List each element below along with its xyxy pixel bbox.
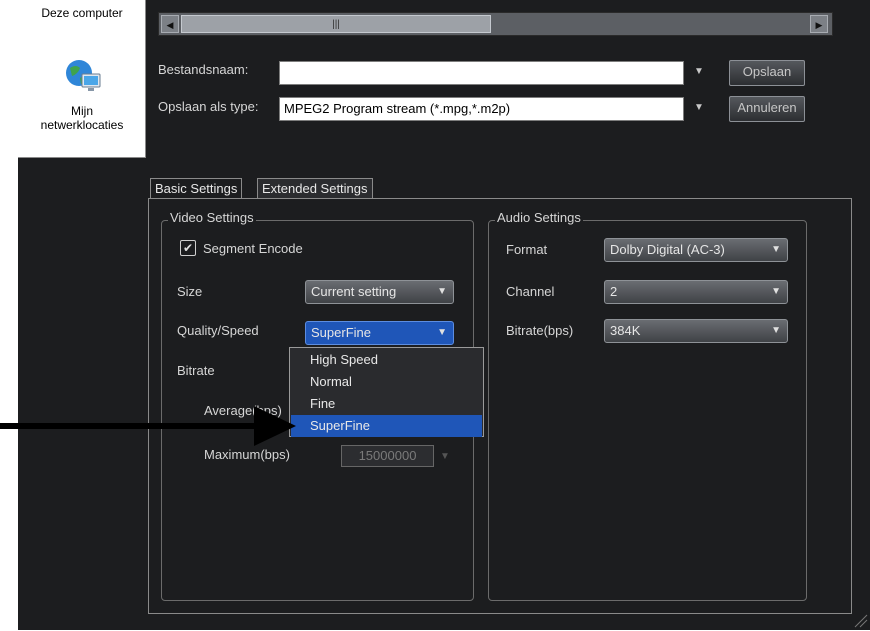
- tab-extended-settings[interactable]: Extended Settings: [257, 178, 373, 199]
- places-item-network-label: Mijn: [70, 104, 93, 118]
- quality-speed-select[interactable]: SuperFine ▼: [305, 321, 454, 345]
- segment-encode-checkbox[interactable]: ✔: [180, 240, 196, 256]
- quality-option-normal[interactable]: Normal: [291, 371, 482, 393]
- format-label: Format: [506, 242, 548, 257]
- filename-label: Bestandsnaam:: [158, 62, 249, 77]
- maximum-bps-chevron-icon[interactable]: ▼: [440, 451, 450, 462]
- maximum-bps-input[interactable]: 15000000: [341, 445, 434, 467]
- places-item-computer[interactable]: Deze computer: [18, 6, 146, 20]
- size-select-value: Current setting: [311, 284, 397, 299]
- channel-select-value: 2: [610, 284, 618, 299]
- size-select[interactable]: Current setting ▼: [305, 280, 454, 304]
- cancel-button[interactable]: Annuleren: [729, 96, 805, 122]
- channel-select[interactable]: 2 ▼: [604, 280, 788, 304]
- filename-input[interactable]: [279, 61, 684, 85]
- chevron-down-icon: ▼: [437, 327, 447, 338]
- filetype-label: Opslaan als type:: [158, 99, 259, 114]
- chevron-down-icon: ▼: [771, 244, 781, 255]
- maximum-bps-label: Maximum(bps): [204, 447, 290, 462]
- chevron-down-icon: ▼: [771, 286, 781, 297]
- audio-settings-group: [488, 220, 807, 601]
- audio-bitrate-select[interactable]: 384K ▼: [604, 319, 788, 343]
- scroll-left-icon[interactable]: ◀: [161, 15, 179, 33]
- network-places-icon[interactable]: [62, 56, 102, 96]
- format-select[interactable]: Dolby Digital (AC-3) ▼: [604, 238, 788, 262]
- scrollbar-thumb[interactable]: |||: [181, 15, 491, 33]
- size-label: Size: [177, 284, 203, 299]
- places-bar: Deze computer Mijn netwerklocaties: [18, 0, 146, 158]
- quality-option-high-speed[interactable]: High Speed: [291, 349, 482, 371]
- channel-label: Channel: [506, 284, 555, 299]
- audio-settings-title: Audio Settings: [495, 210, 583, 225]
- resize-grip-icon[interactable]: [852, 612, 868, 628]
- save-button[interactable]: Opslaan: [729, 60, 805, 86]
- segment-encode-label: Segment Encode: [203, 241, 303, 256]
- annotation-arrow-icon: [0, 406, 296, 446]
- chevron-down-icon: ▼: [771, 325, 781, 336]
- filetype-select[interactable]: MPEG2 Program stream (*.mpg,*.m2p): [279, 97, 684, 121]
- chevron-down-icon: ▼: [437, 286, 447, 297]
- bitrate-label: Bitrate: [177, 363, 215, 378]
- quality-speed-dropdown-list: High Speed Normal Fine SuperFine: [289, 347, 484, 437]
- quality-option-superfine[interactable]: SuperFine: [291, 415, 482, 437]
- file-list-horizontal-scrollbar[interactable]: ◀ ||| ▶: [158, 12, 833, 36]
- format-select-value: Dolby Digital (AC-3): [610, 242, 725, 257]
- quality-option-fine[interactable]: Fine: [291, 393, 482, 415]
- places-item-network-label-2: netwerklocaties: [40, 118, 124, 132]
- audio-bitrate-label: Bitrate(bps): [506, 323, 574, 338]
- quality-speed-select-value: SuperFine: [311, 325, 371, 340]
- audio-bitrate-select-value: 384K: [610, 323, 641, 338]
- video-settings-title: Video Settings: [168, 210, 256, 225]
- tab-basic-settings[interactable]: Basic Settings: [150, 178, 243, 199]
- filetype-dropdown-arrow-icon[interactable]: ▼: [694, 102, 704, 113]
- filename-dropdown-arrow-icon[interactable]: ▼: [694, 66, 704, 77]
- quality-speed-label: Quality/Speed: [177, 323, 259, 338]
- scroll-right-icon[interactable]: ▶: [810, 15, 828, 33]
